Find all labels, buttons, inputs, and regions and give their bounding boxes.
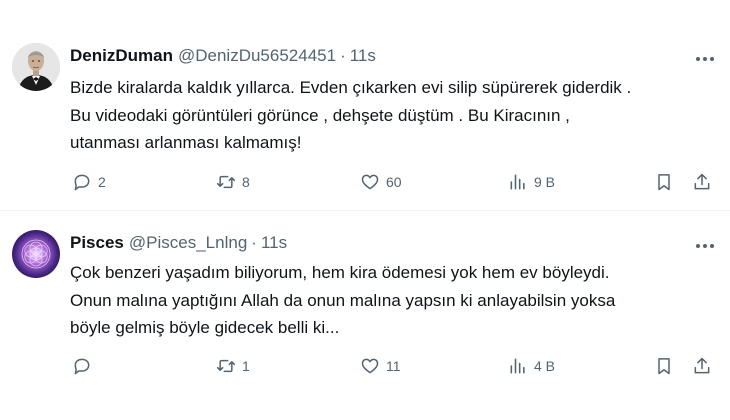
avatar[interactable] xyxy=(12,43,60,91)
repost-count: 1 xyxy=(242,358,250,374)
timestamp[interactable]: 11s xyxy=(261,233,287,253)
more-icon[interactable] xyxy=(694,49,716,69)
views-button[interactable]: 4 B xyxy=(508,356,555,376)
like-icon xyxy=(361,358,379,374)
tweet-actions: 2 8 60 9 B xyxy=(0,172,730,196)
share-icon xyxy=(694,173,710,190)
like-count: 11 xyxy=(386,358,401,374)
tweet-text: Bizde kiralarda kaldık yıllarca. Evden ç… xyxy=(70,74,720,157)
user-handle[interactable]: @Pisces_Lnlng xyxy=(129,233,247,253)
repost-button[interactable]: 1 xyxy=(216,356,250,376)
repost-icon xyxy=(216,175,236,189)
like-button[interactable]: 11 xyxy=(360,356,401,376)
avatar[interactable] xyxy=(12,230,60,278)
views-button[interactable]: 9 B xyxy=(508,172,555,192)
tweet-text: Çok benzeri yaşadım biliyorum, hem kira … xyxy=(70,259,720,342)
like-button[interactable]: 60 xyxy=(360,172,402,192)
share-icon xyxy=(694,357,710,374)
view-count: 9 B xyxy=(534,174,556,190)
views-icon xyxy=(510,174,525,190)
bookmark-button[interactable] xyxy=(654,172,674,192)
share-button[interactable] xyxy=(692,172,712,192)
separator-dot: · xyxy=(251,233,257,252)
tweet-text-line: böyle gelmiş böyle gidecek belli ki... xyxy=(70,318,340,337)
separator-dot: · xyxy=(340,46,346,65)
reply-icon xyxy=(74,174,90,191)
views-icon xyxy=(510,358,525,374)
more-icon[interactable] xyxy=(694,236,716,256)
bookmark-icon xyxy=(658,358,670,375)
reply-button[interactable] xyxy=(72,356,98,376)
tweet-text-line: Onun malına yaptığını Allah da onun malı… xyxy=(70,290,616,310)
repost-button[interactable]: 8 xyxy=(216,172,250,192)
like-icon xyxy=(361,174,379,190)
tweet[interactable]: DenizDuman @DenizDu56524451 · 11s Bizde … xyxy=(0,0,730,210)
share-button[interactable] xyxy=(692,356,712,376)
repost-count: 8 xyxy=(242,174,250,190)
reply-count: 2 xyxy=(98,174,106,190)
tweet-text-line: utanması arlanması kalmamış! xyxy=(70,133,302,152)
tweet-text-line: Çok benzeri yaşadım biliyorum, hem kira … xyxy=(70,263,610,282)
reply-button[interactable]: 2 xyxy=(72,172,106,192)
tweet-text-line: Bizde kiralarda kaldık yıllarca. Evden ç… xyxy=(70,78,632,97)
timestamp[interactable]: 11s xyxy=(350,46,376,66)
user-handle[interactable]: @DenizDu56524451 xyxy=(178,46,336,66)
tweet-header: DenizDuman @DenizDu56524451 · 11s xyxy=(70,46,376,66)
bookmark-button[interactable] xyxy=(654,356,674,376)
like-count: 60 xyxy=(386,174,402,190)
repost-icon xyxy=(216,359,236,373)
tweet-text-line: Bu videodaki görüntüleri görünce , dehşe… xyxy=(70,105,570,125)
tweet-header: Pisces @Pisces_Lnlng · 11s xyxy=(70,233,287,253)
display-name[interactable]: Pisces xyxy=(70,233,124,253)
tweet-actions: 1 11 4 B xyxy=(0,356,730,380)
display-name[interactable]: DenizDuman xyxy=(70,46,173,66)
reply-icon xyxy=(74,358,90,375)
bookmark-icon xyxy=(658,174,670,191)
view-count: 4 B xyxy=(534,358,556,374)
